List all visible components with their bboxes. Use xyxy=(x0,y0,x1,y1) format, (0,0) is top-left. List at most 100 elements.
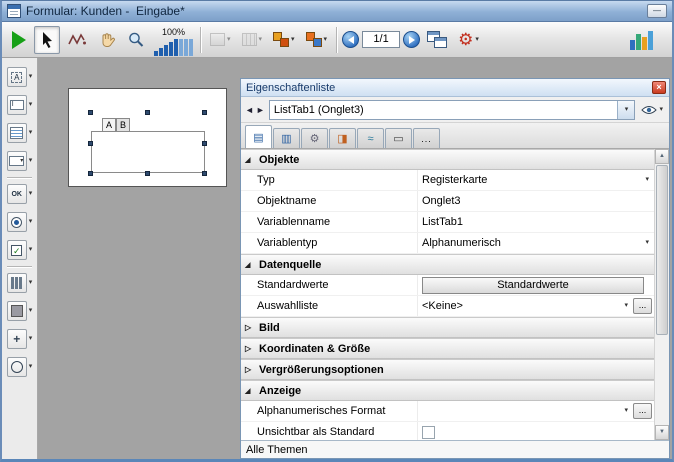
radio-button-icon xyxy=(11,217,22,228)
chevron-down-icon: ▾ xyxy=(29,363,33,371)
standardwerte-button[interactable]: Standardwerte xyxy=(422,277,644,294)
chevron-down-icon: ▾ xyxy=(625,106,629,114)
tab-more[interactable]: ... xyxy=(413,128,440,148)
property-value-variablentyp[interactable]: Alphanumerisch ▾ xyxy=(417,233,654,253)
minimize-button[interactable]: — xyxy=(647,4,667,18)
browse-button[interactable]: ... xyxy=(633,298,652,314)
object-selector-row: ◄ ► ListTab1 (Onglet3) ▾ ▾ xyxy=(241,97,669,123)
main-toolbar: 100% ▾ ▾ ▾ ▾ 1/1 ⚙ ▾ xyxy=(2,22,672,58)
selection-handle[interactable] xyxy=(202,171,207,176)
button-control-button[interactable]: OK ▾ xyxy=(2,181,37,207)
checkbox-control-button[interactable]: ✓ ▾ xyxy=(2,237,37,263)
page-indicator-field[interactable]: 1/1 xyxy=(362,31,400,48)
section-datenquelle[interactable]: ◢ Datenquelle xyxy=(241,254,654,275)
unsichtbar-checkbox[interactable] xyxy=(422,426,435,439)
play-icon xyxy=(12,31,26,49)
property-row-format: Alphanumerisches Format ▾ ... xyxy=(241,401,654,422)
object-selector-combo[interactable]: ListTab1 (Onglet3) ▾ xyxy=(269,100,636,120)
ellipse-control-button[interactable]: ▾ xyxy=(2,354,37,380)
color-tool-button[interactable]: ▾ xyxy=(269,26,299,54)
tab-detail[interactable]: ⚙ xyxy=(301,128,328,148)
selection-handle[interactable] xyxy=(88,110,93,115)
pan-tool-button[interactable] xyxy=(94,26,120,54)
windows-list-button[interactable] xyxy=(423,26,451,54)
grid-icon: ▤ xyxy=(253,131,263,144)
property-label: Standardwerte xyxy=(241,275,417,295)
align-icon xyxy=(210,33,225,46)
alignment-tool-button[interactable]: ▾ xyxy=(206,26,235,54)
tab-page[interactable] xyxy=(91,131,205,173)
draw-tool-button[interactable] xyxy=(63,26,91,54)
zoom-tool-button[interactable] xyxy=(123,26,149,54)
property-value-typ[interactable]: Registerkarte ▾ xyxy=(417,170,654,190)
previous-object-button[interactable]: ◄ xyxy=(245,105,254,115)
property-value-variablenname[interactable]: ListTab1 xyxy=(417,212,654,232)
property-row-auswahlliste: Auswahlliste <Keine> ▾ ... xyxy=(241,296,654,317)
scroll-down-icon[interactable]: ▼ xyxy=(655,425,669,440)
toolbar-separator xyxy=(200,27,201,53)
overlapping-windows-icon xyxy=(427,31,447,48)
arrow-right-icon xyxy=(409,36,415,44)
browse-button[interactable]: ... xyxy=(633,403,652,419)
chart-columns-icon[interactable] xyxy=(630,30,653,50)
tab-control[interactable]: A B xyxy=(91,113,205,173)
section-objekte[interactable]: ◢ Objekte xyxy=(241,149,654,170)
section-bild[interactable]: ▷ Bild xyxy=(241,317,654,338)
static-text-control-button[interactable]: A ▾ xyxy=(2,64,37,90)
properties-panel-header[interactable]: Eigenschaftenliste × xyxy=(241,79,669,97)
chevron-down-icon: ▾ xyxy=(645,239,649,247)
vertical-scrollbar[interactable]: ▲ ▼ xyxy=(654,149,669,440)
monitor-icon: ▭ xyxy=(393,132,403,145)
selection-handle[interactable] xyxy=(145,171,150,176)
shape-control-button[interactable]: + ▾ xyxy=(2,326,37,352)
section-anzeige[interactable]: ◢ Anzeige xyxy=(241,380,654,401)
settings-button[interactable]: ⚙ ▾ xyxy=(454,26,483,54)
section-vergroesserung[interactable]: ▷ Vergrößerungsoptionen xyxy=(241,359,654,380)
selection-handle[interactable] xyxy=(202,141,207,146)
next-page-button[interactable] xyxy=(403,31,420,48)
collapse-icon: ◢ xyxy=(245,261,254,269)
selection-handle[interactable] xyxy=(88,141,93,146)
vertical-bars-icon xyxy=(11,277,22,289)
property-value-format[interactable]: ▾ ... xyxy=(417,401,654,421)
next-object-button[interactable]: ► xyxy=(256,105,265,115)
form-design-area[interactable]: A B xyxy=(68,88,227,187)
combo-dropdown-button[interactable]: ▾ xyxy=(617,101,634,119)
section-koordinaten[interactable]: ▷ Koordinaten & Größe xyxy=(241,338,654,359)
toolbar-control-button[interactable]: ▾ xyxy=(2,270,37,296)
zoom-bars-icon xyxy=(154,37,193,56)
selection-handle[interactable] xyxy=(88,171,93,176)
tab-ui[interactable]: ▥ xyxy=(273,128,300,148)
arrow-left-icon xyxy=(348,36,354,44)
zoom-level-control[interactable]: 100% xyxy=(152,24,195,56)
curve-icon: ≈ xyxy=(367,133,373,145)
selection-handle[interactable] xyxy=(145,110,150,115)
square-icon xyxy=(11,305,23,317)
run-test-button[interactable] xyxy=(7,26,31,54)
radio-control-button[interactable]: ▾ xyxy=(2,209,37,235)
scrollbar-thumb[interactable] xyxy=(656,165,668,335)
list-control-button[interactable]: ▾ xyxy=(2,120,37,146)
scroll-up-icon[interactable]: ▲ xyxy=(655,149,669,164)
property-value-auswahlliste[interactable]: <Keine> ▾ ... xyxy=(417,296,654,316)
style-tool-button[interactable]: ▾ xyxy=(302,26,332,54)
distribution-tool-button[interactable]: ▾ xyxy=(238,26,267,54)
tab-link[interactable]: ◨ xyxy=(329,128,356,148)
property-label: Unsichtbar als Standard xyxy=(241,422,417,440)
tab-general[interactable]: ▤ xyxy=(245,125,272,148)
tab-chart[interactable]: ≈ xyxy=(357,128,384,148)
tab-b[interactable]: B xyxy=(116,118,130,132)
edit-field-icon: I xyxy=(10,100,24,110)
close-icon[interactable]: × xyxy=(652,81,666,94)
tab-a[interactable]: A xyxy=(102,118,116,132)
panel-control-button[interactable]: ▾ xyxy=(2,298,37,324)
view-options-button[interactable]: ▾ xyxy=(639,105,665,115)
previous-page-button[interactable] xyxy=(342,31,359,48)
selection-handle[interactable] xyxy=(202,110,207,115)
tab-display[interactable]: ▭ xyxy=(385,128,412,148)
property-value-objektname[interactable]: Onglet3 xyxy=(417,191,654,211)
select-tool-button[interactable] xyxy=(34,26,60,54)
toolbox-divider xyxy=(7,177,32,178)
combo-control-button[interactable]: ▾ ▾ xyxy=(2,148,37,174)
edit-control-button[interactable]: I ▾ xyxy=(2,92,37,118)
